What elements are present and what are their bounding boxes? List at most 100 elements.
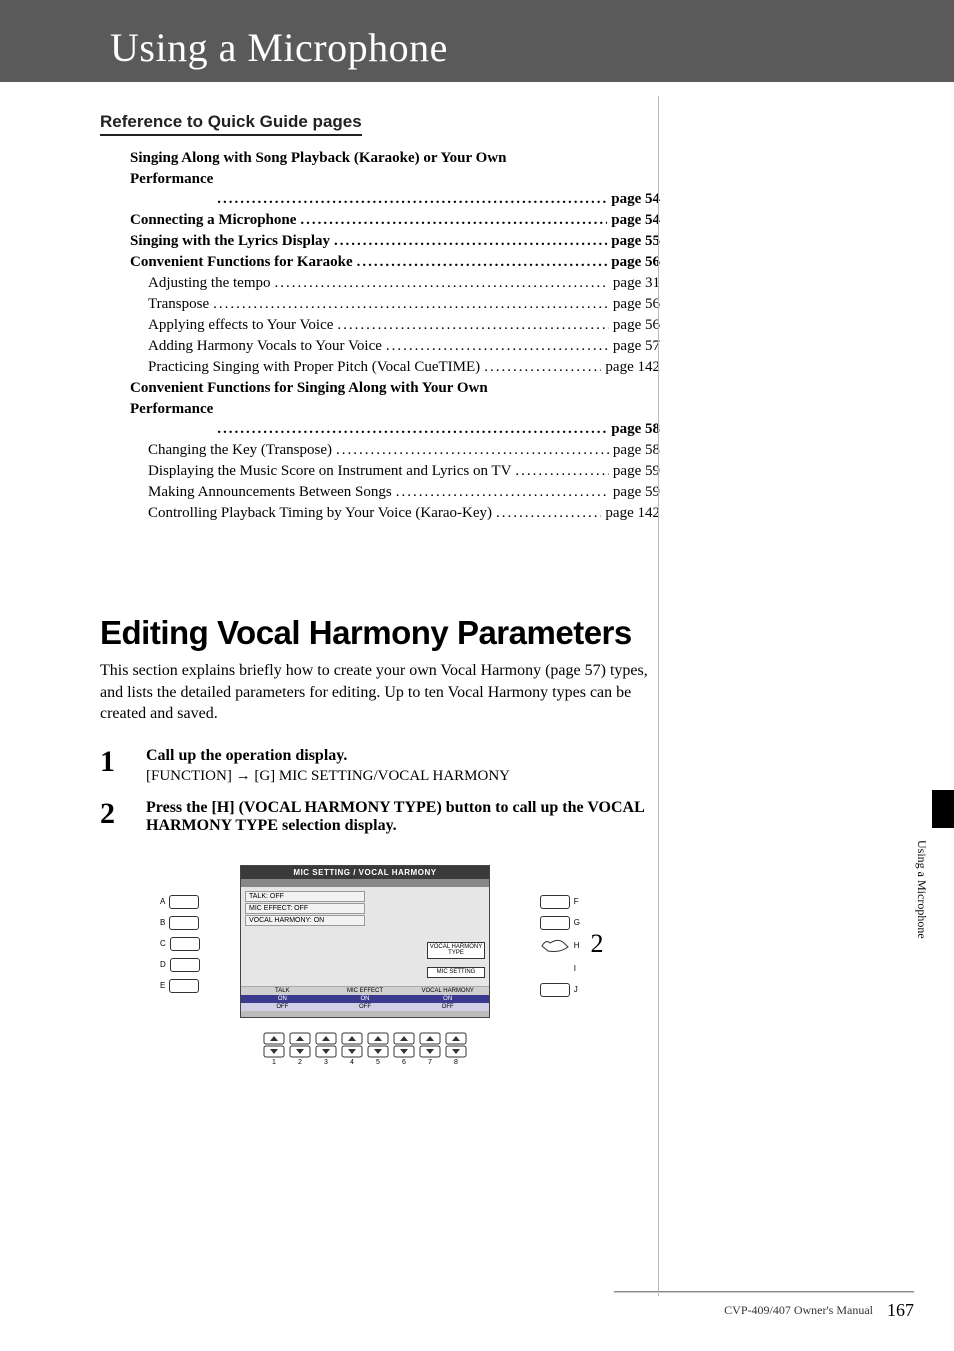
- col-talk: TALK ON OFF: [241, 986, 324, 1017]
- callout-number: 2: [580, 929, 614, 959]
- toc-page: page 54: [611, 189, 660, 210]
- updown-4: 4: [341, 1032, 363, 1066]
- toc-text: Adding Harmony Vocals to Your Voice: [148, 336, 382, 357]
- left-keys: A B C D E: [160, 895, 200, 993]
- toc-dots: [386, 336, 609, 357]
- toc-dots: [484, 357, 601, 378]
- toc-page: page 142: [605, 503, 660, 524]
- toc-dots: [336, 440, 609, 461]
- key-button: [540, 916, 570, 930]
- toc-page: page 142: [605, 357, 660, 378]
- toc-dots: [337, 315, 609, 336]
- key-e: E: [160, 979, 200, 993]
- key-g: G: [540, 916, 580, 930]
- toc-item: Changing the Key (Transpose) page 58: [130, 440, 660, 461]
- key-a: A: [160, 895, 200, 909]
- footer: CVP-409/407 Owner's Manual 167: [724, 1300, 914, 1321]
- lcd-screen: MIC SETTING / VOCAL HARMONY TALK: OFF MI…: [240, 865, 490, 1018]
- toc-text: Convenient Functions for Karaoke: [130, 252, 353, 273]
- step-sub-b: [G] MIC SETTING/VOCAL HARMONY: [254, 768, 510, 784]
- toc-item: Applying effects to Your Voicepage 56: [130, 315, 660, 336]
- toc-page: page 59: [613, 482, 660, 503]
- toc-page: page 57: [613, 336, 660, 357]
- key-c: C: [160, 937, 200, 951]
- key-j: J: [540, 983, 580, 997]
- toc-dots: [396, 482, 609, 503]
- toc-page: page 56: [611, 252, 660, 273]
- toc-item: Connecting a Microphonepage 54: [130, 210, 660, 231]
- section-title: Editing Vocal Harmony Parameters: [100, 614, 660, 652]
- key-d: D: [160, 958, 200, 972]
- toc-page: page 58: [613, 440, 660, 461]
- toc-text: Changing the Key (Transpose): [148, 440, 332, 461]
- step-1: 1 Call up the operation display. [FUNCTI…: [100, 747, 660, 785]
- toc-dots: [275, 273, 609, 294]
- toc-item: Convenient Functions for Karaoke page 56: [130, 252, 660, 273]
- toc-dots: [217, 419, 607, 440]
- key-button: [540, 983, 570, 997]
- toc-page: page 59: [613, 461, 660, 482]
- toc-text: Singing Along with Song Playback (Karaok…: [130, 148, 550, 190]
- arrow-icon: →: [236, 767, 251, 784]
- toc-dots: [217, 189, 607, 210]
- toc-item: Singing with the Lyrics Display page 55: [130, 231, 660, 252]
- toc-text: Making Announcements Between Songs: [148, 482, 392, 503]
- toc-item: Practicing Singing with Proper Pitch (Vo…: [130, 357, 660, 378]
- toc-text: Practicing Singing with Proper Pitch (Vo…: [148, 357, 480, 378]
- step-number: 2: [100, 799, 146, 829]
- toc-item: Controlling Playback Timing by Your Voic…: [130, 503, 660, 524]
- col-miceffect: MIC EFFECT ON OFF: [324, 986, 407, 1017]
- manual-name: CVP-409/407 Owner's Manual: [724, 1303, 873, 1318]
- page-number: 167: [887, 1300, 914, 1321]
- number-buttons: 1 2 3 4 5 6 7 8: [160, 1032, 570, 1066]
- main-content: Reference to Quick Guide pages Singing A…: [0, 82, 660, 1066]
- side-tab: Using a Microphone: [902, 790, 932, 970]
- updown-6: 6: [393, 1032, 415, 1066]
- column-divider: [658, 96, 659, 1296]
- toc-dots: [213, 294, 609, 315]
- step-2: 2 Press the [H] (VOCAL HARMONY TYPE) but…: [100, 799, 660, 835]
- key-button: [170, 937, 200, 951]
- toc-item: Performancepage 58: [130, 419, 660, 440]
- hand-pointer-icon: [540, 937, 570, 955]
- toc-text: Convenient Functions for Singing Along w…: [130, 378, 550, 420]
- toc-item: Performancepage 54: [130, 189, 660, 210]
- lcd-body: TALK: OFF MIC EFFECT: OFF VOCAL HARMONY:…: [241, 887, 489, 1017]
- btn-mic-setting: MIC SETTING: [427, 967, 485, 978]
- steps: 1 Call up the operation display. [FUNCTI…: [100, 747, 660, 835]
- toc-page: page 55: [611, 231, 660, 252]
- toc-text: Singing with the Lyrics Display: [130, 231, 330, 252]
- side-tab-label: Using a Microphone: [914, 840, 929, 939]
- toc-page: page 58: [611, 419, 660, 440]
- toc-dots: [334, 231, 607, 252]
- step-title: Press the [H] (VOCAL HARMONY TYPE) butto…: [146, 799, 660, 835]
- toc-dots: [515, 461, 609, 482]
- col-vocalharmony: VOCAL HARMONY ON OFF: [406, 986, 489, 1017]
- updown-7: 7: [419, 1032, 441, 1066]
- toc-text: Connecting a Microphone: [130, 210, 296, 231]
- info-talk: TALK: OFF: [245, 891, 365, 902]
- key-f: F: [540, 895, 580, 909]
- key-button: [169, 895, 199, 909]
- updown-8: 8: [445, 1032, 467, 1066]
- toc-item: Singing Along with Song Playback (Karaok…: [130, 148, 660, 190]
- lcd-info: TALK: OFF MIC EFFECT: OFF VOCAL HARMONY:…: [245, 891, 365, 927]
- section-intro: This section explains briefly how to cre…: [100, 660, 660, 725]
- step-sub: [FUNCTION] → [G] MIC SETTING/VOCAL HARMO…: [146, 767, 660, 785]
- toc-item: Convenient Functions for Singing Along w…: [130, 378, 660, 420]
- lcd-bottom: TALK ON OFF MIC EFFECT ON OFF VOCAL HARM…: [241, 986, 489, 1017]
- toc-dots: [300, 210, 607, 231]
- info-effect: MIC EFFECT: OFF: [245, 903, 365, 914]
- display-panel: A B C D E MIC SETTING / VOCAL HARMONY TA…: [160, 865, 570, 1066]
- toc-text: Transpose: [148, 294, 209, 315]
- toc-page: page 31: [613, 273, 660, 294]
- toc-item: Adjusting the tempopage 31: [130, 273, 660, 294]
- toc-text: Controlling Playback Timing by Your Voic…: [148, 503, 492, 524]
- key-button: [169, 916, 199, 930]
- key-button: [540, 895, 570, 909]
- step-sub-a: [FUNCTION]: [146, 768, 232, 784]
- thumb-index: [932, 790, 954, 828]
- btn-vocal-harmony-type: VOCAL HARMONY TYPE: [427, 942, 485, 959]
- toc: Singing Along with Song Playback (Karaok…: [100, 148, 660, 524]
- key-i: I: [540, 962, 580, 976]
